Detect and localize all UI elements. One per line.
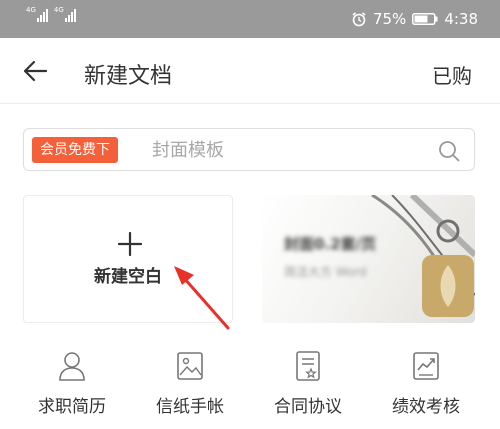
- plus-icon: [118, 232, 142, 256]
- signal-icon-2: 4G: [53, 6, 76, 22]
- cover-decoration: [371, 195, 475, 317]
- category-performance[interactable]: 绩效考核: [371, 350, 481, 420]
- category-label: 合同协议: [274, 397, 342, 417]
- category-contract[interactable]: 合同协议: [253, 350, 363, 420]
- chart-icon: [413, 352, 439, 380]
- page-title: 新建文档: [84, 64, 173, 89]
- network-type-1: 4G: [26, 6, 36, 14]
- purchased-button[interactable]: 已购: [432, 60, 472, 89]
- category-label: 求职简历: [38, 397, 106, 417]
- category-label: 绩效考核: [392, 397, 460, 417]
- signal-icon: 4G: [26, 6, 48, 22]
- status-bar: 4G 4G 75% 4:38: [0, 0, 500, 38]
- new-blank-card[interactable]: 新建空白: [23, 195, 233, 323]
- status-right: 75% 4:38: [351, 0, 478, 38]
- search-icon[interactable]: [438, 140, 460, 162]
- cover-title: 封面0.2套/页: [284, 235, 377, 253]
- category-stationery[interactable]: 信纸手帐: [135, 350, 245, 420]
- category-label: 信纸手帐: [156, 397, 224, 417]
- search-bar[interactable]: 会员免费下: [23, 128, 475, 171]
- search-input[interactable]: [152, 135, 442, 165]
- alarm-icon: [352, 12, 366, 27]
- clock-time: 4:38: [444, 10, 478, 28]
- battery-icon: [412, 13, 438, 25]
- cover-subtitle: 简洁大方 Word: [284, 265, 367, 279]
- app-header: 新建文档 已购: [0, 38, 500, 104]
- member-free-tag[interactable]: 会员免费下: [32, 137, 118, 163]
- back-arrow-icon[interactable]: [22, 58, 48, 84]
- cover-template-card[interactable]: 封面0.2套/页 简洁大方 Word: [262, 195, 475, 323]
- person-icon: [59, 352, 85, 381]
- battery-percent: 75%: [372, 10, 407, 28]
- document-star-icon: [296, 351, 320, 381]
- network-type-2: 4G: [53, 6, 64, 14]
- category-resume[interactable]: 求职简历: [17, 350, 127, 420]
- signal-indicators: 4G 4G: [26, 6, 76, 22]
- image-icon: [177, 352, 203, 380]
- new-blank-label: 新建空白: [94, 267, 162, 287]
